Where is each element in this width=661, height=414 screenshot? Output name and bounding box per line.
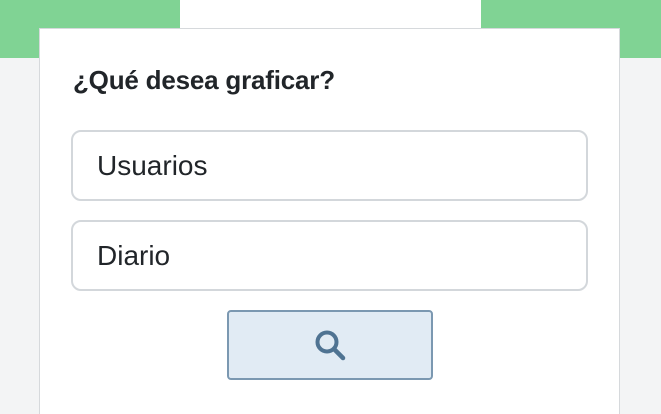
chart-options-card: ¿Qué desea graficar? Usuarios Diario — [39, 28, 620, 414]
card-title: ¿Qué desea graficar? — [73, 65, 335, 95]
search-icon — [313, 328, 347, 362]
search-button[interactable] — [227, 310, 433, 380]
header-tab — [180, 0, 481, 30]
page: ¿Qué desea graficar? Usuarios Diario — [0, 0, 661, 414]
period-select-value: Diario — [97, 239, 171, 271]
period-select[interactable]: Diario — [71, 220, 588, 291]
metric-select-value: Usuarios — [97, 149, 208, 181]
metric-select[interactable]: Usuarios — [71, 130, 588, 201]
